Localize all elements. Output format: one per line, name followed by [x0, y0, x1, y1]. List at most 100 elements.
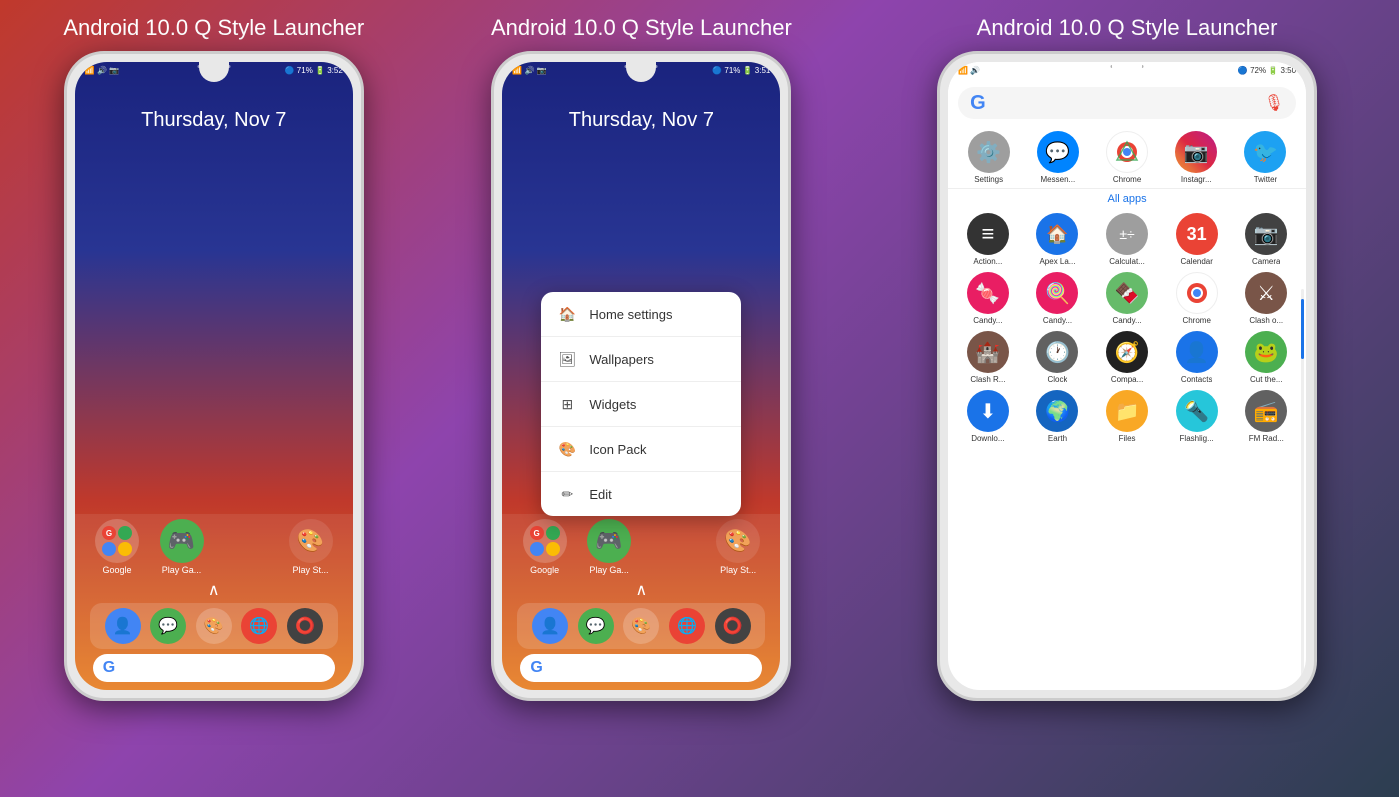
- app-label-camera: Camera: [1252, 257, 1280, 266]
- menu-item-iconpack[interactable]: 🎨 Icon Pack: [541, 427, 741, 472]
- up-arrow-1[interactable]: ∧: [85, 580, 343, 600]
- phone-screen-2: 📶 🔊 📷 🔵 71% 🔋 3:51 Thursday, Nov 7 🏠 Hom…: [502, 62, 780, 690]
- top-app-settings[interactable]: ⚙️ Settings: [956, 131, 1021, 184]
- top-app-label-settings: Settings: [974, 175, 1003, 184]
- phone-frame-1: 📶 🔊 📷 🔵 71% 🔋 3:52 Thursday, Nov 7 G: [64, 51, 364, 701]
- app-contacts[interactable]: 👤 Contacts: [1165, 331, 1229, 384]
- phone-date-2: Thursday, Nov 7: [502, 109, 780, 132]
- top-app-label-instagram: Instagr...: [1181, 175, 1212, 184]
- bottom2-icon-chrome[interactable]: 🌐: [669, 608, 705, 644]
- app-apex[interactable]: 🏠 Apex La...: [1026, 213, 1090, 266]
- menu-item-wallpapers[interactable]: 🖼 Wallpapers: [541, 337, 741, 382]
- bottom-icon-playstore[interactable]: 🎨: [196, 608, 232, 644]
- dock-app-playgames[interactable]: 🎮 Play Ga...: [160, 519, 204, 575]
- top-app-chrome[interactable]: Chrome: [1094, 131, 1159, 184]
- bottom2-icon-playstore[interactable]: 🎨: [623, 608, 659, 644]
- google-search-bar-2[interactable]: G: [520, 654, 762, 682]
- app-label-calculator: Calculat...: [1109, 257, 1145, 266]
- app-chrome2[interactable]: Chrome: [1165, 272, 1229, 325]
- dock-label-playgames: Play Ga...: [162, 565, 202, 575]
- app-files[interactable]: 📁 Files: [1095, 390, 1159, 443]
- app-label-candy1: Candy...: [973, 316, 1002, 325]
- google-g-1: G: [103, 659, 115, 677]
- app-fmradio[interactable]: 📻 FM Rad...: [1234, 390, 1298, 443]
- dock-apps-row-2: G Google 🎮 Play Ga...: [512, 519, 770, 575]
- app-action[interactable]: ≡ Action...: [956, 213, 1020, 266]
- status-left-2: 📶 🔊 📷: [512, 66, 546, 75]
- menu-label-iconpack: Icon Pack: [589, 442, 646, 457]
- dock-area-2: G Google 🎮 Play Ga...: [502, 514, 780, 690]
- dock2-label-google: Google: [530, 565, 559, 575]
- bottom-icon-misc[interactable]: ⭕: [287, 608, 323, 644]
- panel-1: Android 10.0 Q Style Launcher 📶 🔊 📷 🔵 71…: [0, 0, 428, 797]
- edit-icon: ✏: [557, 484, 577, 504]
- app-download[interactable]: ⬇ Downlo...: [956, 390, 1020, 443]
- status-left-3: 📶 🔊: [958, 66, 980, 75]
- up-arrow-2[interactable]: ∧: [512, 580, 770, 600]
- status-right-3: 🔵 72% 🔋 3:50: [1238, 66, 1296, 75]
- bottom2-icon-misc[interactable]: ⭕: [715, 608, 751, 644]
- dock2-label-playstore: Play St...: [720, 565, 756, 575]
- mic-icon[interactable]: 🎙: [1264, 93, 1284, 113]
- dock2-app-playgames[interactable]: 🎮 Play Ga...: [587, 519, 631, 575]
- drawer-header: G 🎙: [948, 79, 1306, 127]
- top-app-label-messenger: Messen...: [1041, 175, 1076, 184]
- dock-label-google: Google: [103, 565, 132, 575]
- bottom-icon-chrome[interactable]: 🌐: [241, 608, 277, 644]
- bottom2-icon-contacts[interactable]: 👤: [532, 608, 568, 644]
- app-compass[interactable]: 🧭 Compa...: [1095, 331, 1159, 384]
- app-clash2[interactable]: 🏰 Clash R...: [956, 331, 1020, 384]
- wallpaper-icon: 🖼: [557, 349, 577, 369]
- bottom2-icon-messages[interactable]: 💬: [578, 608, 614, 644]
- app-candy2[interactable]: 🍭 Candy...: [1026, 272, 1090, 325]
- app-label-compass: Compa...: [1111, 375, 1143, 384]
- app-label-contacts: Contacts: [1181, 375, 1213, 384]
- phone-screen-3: 📶 🔊 🔵 72% 🔋 3:50 G 🎙 ⚙️ Settings: [948, 62, 1306, 690]
- top-app-messenger[interactable]: 💬 Messen...: [1025, 131, 1090, 184]
- dock-apps-row-1: G Google 🎮 Play Ga...: [85, 519, 343, 575]
- app-label-clash2: Clash R...: [970, 375, 1005, 384]
- app-flashlight[interactable]: 🔦 Flashlig...: [1165, 390, 1229, 443]
- top-apps-row: ⚙️ Settings 💬 Messen...: [948, 127, 1306, 189]
- phone-date-1: Thursday, Nov 7: [75, 109, 353, 132]
- menu-item-home[interactable]: 🏠 Home settings: [541, 292, 741, 337]
- bottom-icon-contacts[interactable]: 👤: [105, 608, 141, 644]
- app-clock[interactable]: 🕐 Clock: [1026, 331, 1090, 384]
- status-bar-1: 📶 🔊 📷 🔵 71% 🔋 3:52: [75, 62, 353, 79]
- top-app-twitter[interactable]: 🐦 Twitter: [1233, 131, 1298, 184]
- dock-area-1: G Google 🎮 Play Ga...: [75, 514, 353, 690]
- app-candy3[interactable]: 🍫 Candy...: [1095, 272, 1159, 325]
- app-label-chrome2: Chrome: [1182, 316, 1210, 325]
- bottom-icon-messages[interactable]: 💬: [150, 608, 186, 644]
- app-label-calendar: Calendar: [1180, 257, 1212, 266]
- context-menu: 🏠 Home settings 🖼 Wallpapers ⊞ Widgets 🎨…: [541, 292, 741, 516]
- dock2-app-google[interactable]: G Google: [523, 519, 567, 575]
- app-candy1[interactable]: 🍬 Candy...: [956, 272, 1020, 325]
- dock-app-google[interactable]: G Google: [95, 519, 139, 575]
- app-label-download: Downlo...: [971, 434, 1004, 443]
- scrollbar[interactable]: [1301, 289, 1304, 680]
- menu-item-widgets[interactable]: ⊞ Widgets: [541, 382, 741, 427]
- widgets-icon: ⊞: [557, 394, 577, 414]
- app-label-clock: Clock: [1047, 375, 1067, 384]
- panel-1-title: Android 10.0 Q Style Launcher: [63, 10, 364, 41]
- app-earth[interactable]: 🌍 Earth: [1026, 390, 1090, 443]
- app-clash1[interactable]: ⚔ Clash o...: [1234, 272, 1298, 325]
- panel-2: Android 10.0 Q Style Launcher 📶 🔊 📷 🔵 71…: [428, 0, 856, 797]
- google-search-bar-1[interactable]: G: [93, 654, 335, 682]
- app-camera[interactable]: 📷 Camera: [1234, 213, 1298, 266]
- app-calendar[interactable]: 31 Calendar: [1165, 213, 1229, 266]
- search-bar[interactable]: G 🎙: [958, 87, 1296, 119]
- dock2-app-playstore[interactable]: 🎨 Play St...: [716, 519, 760, 575]
- app-calculator[interactable]: ±÷ Calculat...: [1095, 213, 1159, 266]
- top-app-instagram[interactable]: 📷 Instagr...: [1164, 131, 1229, 184]
- app-label-earth: Earth: [1048, 434, 1067, 443]
- scrollbar-thumb: [1301, 299, 1304, 359]
- bottom-row-2: 👤 💬 🎨 🌐 ⭕: [517, 603, 765, 649]
- phone-screen-1: 📶 🔊 📷 🔵 71% 🔋 3:52 Thursday, Nov 7 G: [75, 62, 353, 690]
- dock-app-playstore[interactable]: 🎨 Play St...: [289, 519, 333, 575]
- app-cuttherope[interactable]: 🐸 Cut the...: [1234, 331, 1298, 384]
- status-bar-3: 📶 🔊 🔵 72% 🔋 3:50: [948, 62, 1306, 79]
- dock2-label-playgames: Play Ga...: [589, 565, 629, 575]
- menu-item-edit[interactable]: ✏ Edit: [541, 472, 741, 516]
